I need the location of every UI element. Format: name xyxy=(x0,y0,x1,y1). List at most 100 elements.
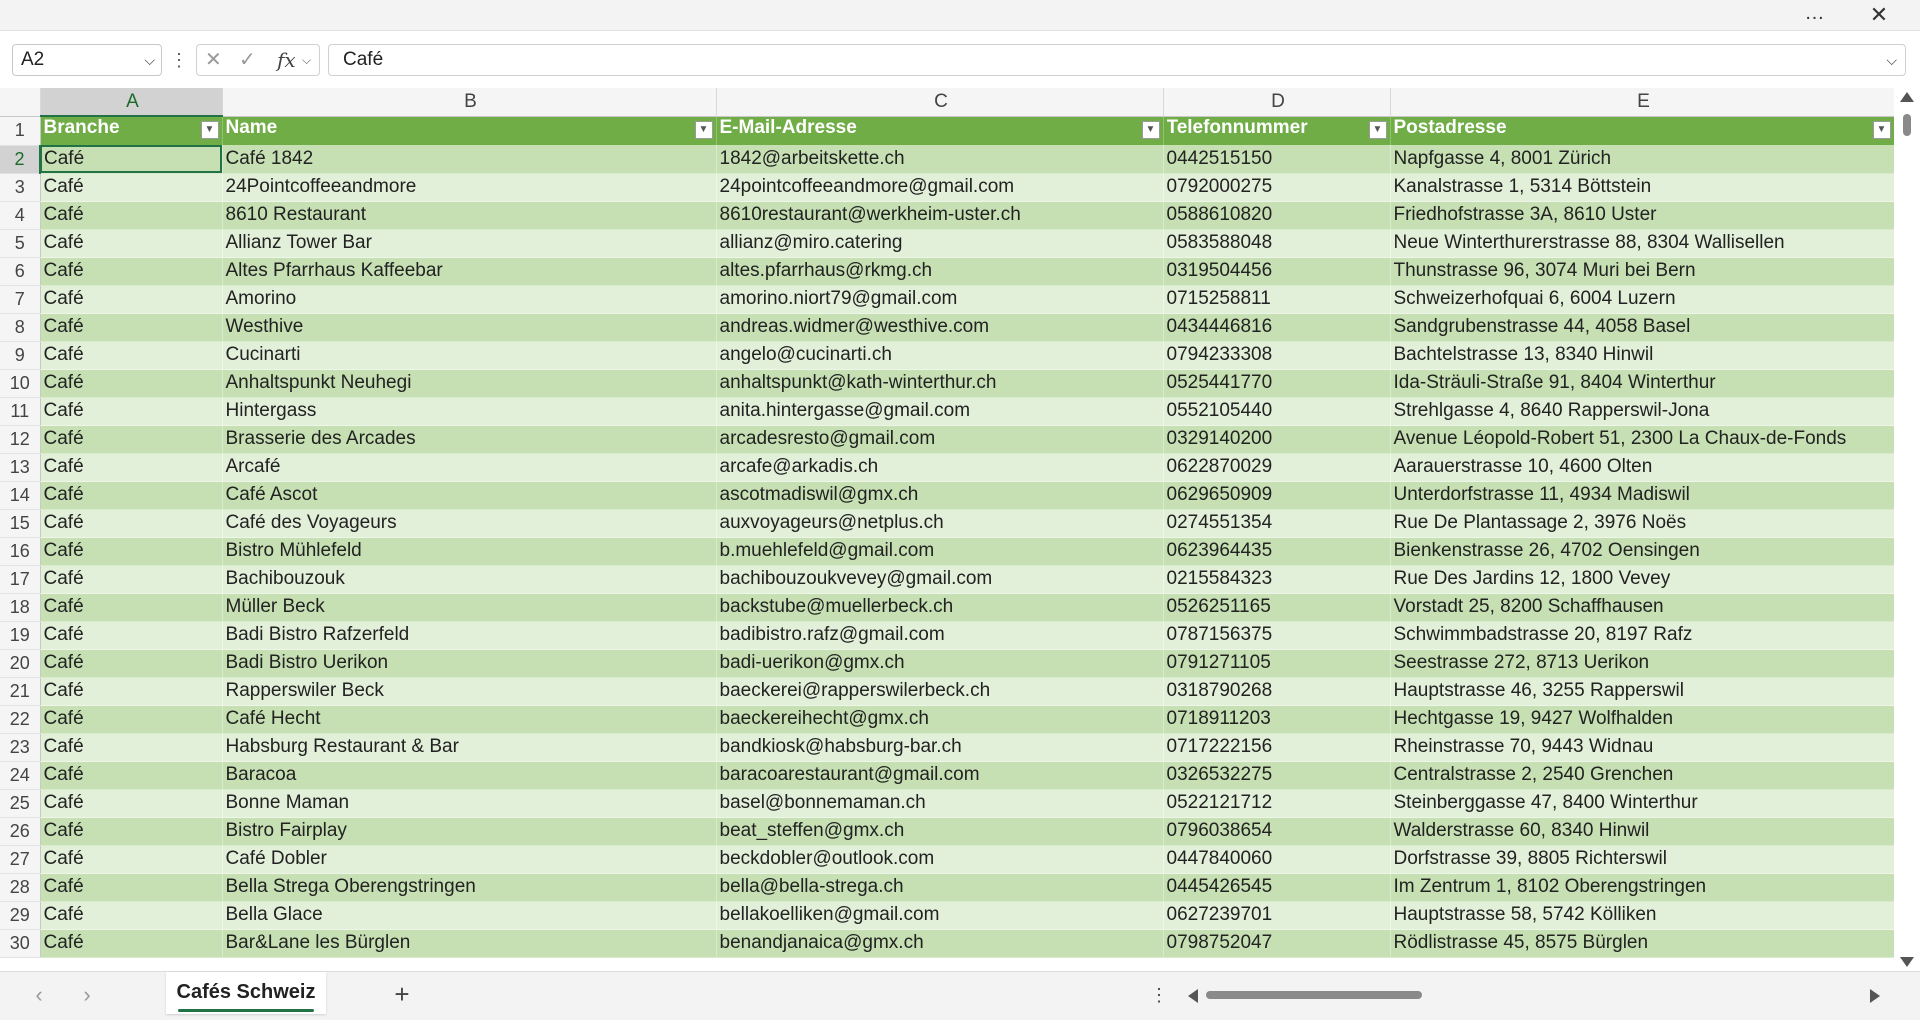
table-cell[interactable]: 0526251165 xyxy=(1163,593,1391,622)
table-cell[interactable]: Hauptstrasse 58, 5742 Kölliken xyxy=(1390,901,1895,930)
table-cell[interactable]: 0787156375 xyxy=(1163,621,1391,650)
name-box[interactable]: A2 ⌵ xyxy=(12,44,162,76)
table-cell[interactable]: Amorino xyxy=(222,285,717,314)
table-header-cell[interactable]: Branche ▼ xyxy=(40,116,223,145)
table-cell[interactable]: bellakoelliken@gmail.com xyxy=(716,901,1164,930)
table-cell[interactable]: baeckereihecht@gmx.ch xyxy=(716,705,1164,734)
table-cell[interactable]: Bienkenstrasse 26, 4702 Oensingen xyxy=(1390,537,1895,566)
table-cell[interactable]: Café xyxy=(40,621,223,650)
more-options-icon[interactable]: … xyxy=(1800,2,1830,28)
add-sheet-icon[interactable]: + xyxy=(386,978,418,1010)
table-cell[interactable]: Bella Strega Oberengstringen xyxy=(222,873,717,902)
table-cell[interactable]: 0434446816 xyxy=(1163,313,1391,342)
filter-dropdown-icon[interactable]: ▼ xyxy=(1872,120,1891,139)
table-cell[interactable]: 0274551354 xyxy=(1163,509,1391,538)
vertical-scroll-thumb[interactable] xyxy=(1903,114,1911,136)
table-cell[interactable]: Dorfstrasse 39, 8805 Richterswil xyxy=(1390,845,1895,874)
table-cell[interactable]: Centralstrasse 2, 2540 Grenchen xyxy=(1390,761,1895,790)
table-cell[interactable]: Café xyxy=(40,313,223,342)
table-cell[interactable]: basel@bonnemaman.ch xyxy=(716,789,1164,818)
row-header[interactable]: 8 xyxy=(0,313,41,342)
horizontal-scroll-thumb[interactable] xyxy=(1206,991,1422,999)
sheet-tab-active[interactable]: Cafés Schweiz xyxy=(166,972,326,1014)
row-header[interactable]: 4 xyxy=(0,201,41,230)
table-cell[interactable]: Bistro Fairplay xyxy=(222,817,717,846)
table-cell[interactable]: allianz@miro.catering xyxy=(716,229,1164,258)
table-cell[interactable]: 0798752047 xyxy=(1163,929,1391,958)
row-header[interactable]: 28 xyxy=(0,873,41,902)
table-cell[interactable]: Café xyxy=(40,341,223,370)
filter-dropdown-icon[interactable]: ▼ xyxy=(1368,120,1387,139)
table-cell[interactable]: Rue De Plantassage 2, 3976 Noës xyxy=(1390,509,1895,538)
table-cell[interactable]: 0215584323 xyxy=(1163,565,1391,594)
row-header[interactable]: 27 xyxy=(0,845,41,874)
table-cell[interactable]: andreas.widmer@westhive.com xyxy=(716,313,1164,342)
row-header[interactable]: 19 xyxy=(0,621,41,650)
table-cell[interactable]: Anhaltspunkt Neuhegi xyxy=(222,369,717,398)
select-all-corner[interactable] xyxy=(0,88,41,117)
table-cell[interactable]: 0319504456 xyxy=(1163,257,1391,286)
table-cell[interactable]: altes.pfarrhaus@rkmg.ch xyxy=(716,257,1164,286)
table-cell[interactable]: 0447840060 xyxy=(1163,845,1391,874)
table-cell[interactable]: Baracoa xyxy=(222,761,717,790)
table-cell[interactable]: badibistro.rafz@gmail.com xyxy=(716,621,1164,650)
table-cell[interactable]: Hintergass xyxy=(222,397,717,426)
table-header-cell[interactable]: Name ▼ xyxy=(222,116,717,145)
row-header[interactable]: 16 xyxy=(0,537,41,566)
table-cell[interactable]: 0794233308 xyxy=(1163,341,1391,370)
table-cell[interactable]: Bistro Mühlefeld xyxy=(222,537,717,566)
filter-dropdown-icon[interactable]: ▼ xyxy=(200,121,219,139)
table-cell[interactable]: Allianz Tower Bar xyxy=(222,229,717,258)
column-header[interactable]: E xyxy=(1390,88,1895,117)
table-cell[interactable]: Café xyxy=(40,145,223,174)
table-cell[interactable]: Aarauerstrasse 10, 4600 Olten xyxy=(1390,453,1895,482)
row-header[interactable]: 11 xyxy=(0,397,41,426)
table-cell[interactable]: 0552105440 xyxy=(1163,397,1391,426)
table-cell[interactable]: Café xyxy=(40,873,223,902)
row-header[interactable]: 20 xyxy=(0,649,41,678)
row-header[interactable]: 7 xyxy=(0,285,41,314)
table-cell[interactable]: ascotmadiswil@gmx.ch xyxy=(716,481,1164,510)
row-header[interactable]: 2 xyxy=(0,145,41,174)
row-header[interactable]: 29 xyxy=(0,901,41,930)
table-cell[interactable]: Bachibouzouk xyxy=(222,565,717,594)
table-cell[interactable]: b.muehlefeld@gmail.com xyxy=(716,537,1164,566)
table-cell[interactable]: Friedhofstrasse 3A, 8610 Uster xyxy=(1390,201,1895,230)
table-cell[interactable]: anita.hintergasse@gmail.com xyxy=(716,397,1164,426)
table-cell[interactable]: Café 1842 xyxy=(222,145,717,174)
table-cell[interactable]: 0525441770 xyxy=(1163,369,1391,398)
filter-dropdown-icon[interactable]: ▼ xyxy=(1141,120,1160,139)
table-cell[interactable]: 0445426545 xyxy=(1163,873,1391,902)
table-cell[interactable]: 0715258811 xyxy=(1163,285,1391,314)
table-cell[interactable]: Café xyxy=(40,397,223,426)
worksheet-grid[interactable]: ABCDE 1 Branche ▼ Name ▼ E-Mail-Adresse ▼ Telef… xyxy=(0,88,1920,971)
table-cell[interactable]: 24Pointcoffeeandmore xyxy=(222,173,717,202)
table-cell[interactable]: Badi Bistro Rafzerfeld xyxy=(222,621,717,650)
table-cell[interactable]: Vorstadt 25, 8200 Schaffhausen xyxy=(1390,593,1895,622)
table-cell[interactable]: 0792000275 xyxy=(1163,173,1391,202)
table-cell[interactable]: 8610 Restaurant xyxy=(222,201,717,230)
table-cell[interactable]: Thunstrasse 96, 3074 Muri bei Bern xyxy=(1390,257,1895,286)
table-cell[interactable]: 0718911203 xyxy=(1163,705,1391,734)
enter-icon[interactable]: ✓ xyxy=(239,45,256,75)
table-cell[interactable]: anhaltspunkt@kath-winterthur.ch xyxy=(716,369,1164,398)
table-cell[interactable]: Rapperswiler Beck xyxy=(222,677,717,706)
table-cell[interactable]: 0623964435 xyxy=(1163,537,1391,566)
table-cell[interactable]: Café xyxy=(40,705,223,734)
formula-input[interactable]: Café ⌵ xyxy=(328,44,1906,76)
table-cell[interactable]: Café xyxy=(40,845,223,874)
table-cell[interactable]: Café xyxy=(40,229,223,258)
table-cell[interactable]: beckdobler@outlook.com xyxy=(716,845,1164,874)
table-cell[interactable]: 0583588048 xyxy=(1163,229,1391,258)
table-cell[interactable]: benandjanaica@gmx.ch xyxy=(716,929,1164,958)
table-cell[interactable]: Hauptstrasse 46, 3255 Rapperswil xyxy=(1390,677,1895,706)
vertical-dots-icon[interactable]: ⋮ xyxy=(1150,980,1168,1010)
table-cell[interactable]: 0522121712 xyxy=(1163,789,1391,818)
table-cell[interactable]: angelo@cucinarti.ch xyxy=(716,341,1164,370)
table-cell[interactable]: Westhive xyxy=(222,313,717,342)
table-cell[interactable]: Café xyxy=(40,173,223,202)
table-cell[interactable]: Habsburg Restaurant & Bar xyxy=(222,733,717,762)
column-header[interactable]: D xyxy=(1163,88,1391,117)
expand-formula-icon[interactable]: ⌵ xyxy=(1886,45,1897,75)
table-cell[interactable]: Cucinarti xyxy=(222,341,717,370)
